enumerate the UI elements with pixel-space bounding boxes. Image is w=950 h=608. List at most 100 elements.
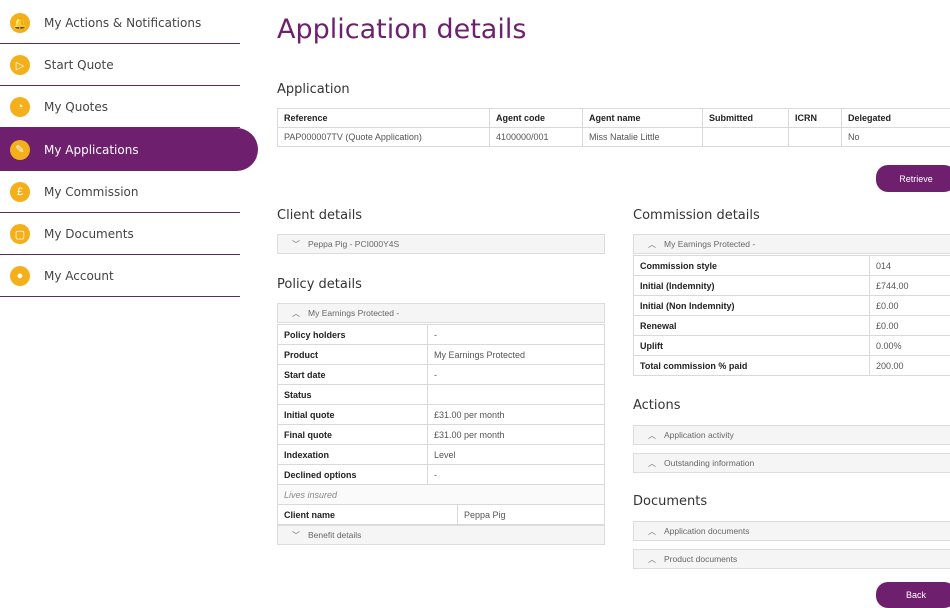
chevron-up-icon: ︿ <box>648 554 656 564</box>
divider <box>0 296 240 297</box>
documents-title: Documents <box>633 494 708 509</box>
table-row: Final quote £31.00 per month <box>277 424 605 445</box>
application-activity-panel[interactable]: ︿ Application activity <box>633 425 950 445</box>
sidebar-nav: 🔔 My Actions & Notifications ▷ Start Quo… <box>0 0 258 297</box>
table-row: Initial (Indemnity) £744.00 <box>633 275 950 296</box>
row-label: Initial (Non Indemnity) <box>633 295 870 316</box>
application-table: Reference Agent code Agent name Submitte… <box>277 108 950 147</box>
sidebar-item-my-account[interactable]: ● My Account <box>0 255 258 297</box>
row-value: 200.00 <box>869 355 950 376</box>
application-section-title: Application <box>277 82 350 97</box>
row-value: £31.00 per month <box>427 424 605 445</box>
sidebar-item-my-applications[interactable]: ✎ My Applications <box>0 128 258 171</box>
table-row: Product My Earnings Protected <box>277 344 605 365</box>
table-row: Policy holders - <box>277 324 605 345</box>
column-header: Agent name <box>582 108 703 128</box>
sidebar-item-my-commission[interactable]: £ My Commission <box>0 171 258 213</box>
row-label: Client name <box>277 504 458 525</box>
row-value: Level <box>427 444 605 465</box>
documents-icon: ▢ <box>10 224 30 244</box>
panel-label: Outstanding information <box>664 458 755 468</box>
client-details-panel[interactable]: ﹀ Peppa Pig - PCI000Y4S <box>277 234 605 254</box>
table-row: Lives insured <box>277 484 605 505</box>
row-value: - <box>427 324 605 345</box>
table-row: Renewal £0.00 <box>633 315 950 336</box>
panel-label: Peppa Pig - PCI000Y4S <box>308 239 400 249</box>
panel-label: My Earnings Protected - <box>664 239 756 249</box>
sidebar-item-label: My Account <box>44 269 114 283</box>
row-label: Total commission % paid <box>633 355 870 376</box>
sidebar-item-label: Start Quote <box>44 58 114 72</box>
back-button[interactable]: Back <box>876 582 950 608</box>
panel-label: Application activity <box>664 430 734 440</box>
commission-table: Commission style 014 Initial (Indemnity) £… <box>633 255 950 376</box>
chevron-up-icon: ︿ <box>648 458 656 468</box>
sidebar-item-label: My Actions & Notifications <box>44 16 202 30</box>
application-documents-panel[interactable]: ︿ Application documents <box>633 521 950 541</box>
lives-insured-subheading: Lives insured <box>277 484 605 505</box>
retrieve-button[interactable]: Retrieve <box>876 165 950 192</box>
panel-label: Application documents <box>664 526 750 536</box>
row-label: Commission style <box>633 255 870 276</box>
row-value: 014 <box>869 255 950 276</box>
row-label: Product <box>277 344 428 365</box>
row-value: £0.00 <box>869 295 950 316</box>
commission-details-title: Commission details <box>633 208 760 223</box>
policy-details-panel[interactable]: ︿ My Earnings Protected - <box>277 303 605 323</box>
table-cell: No <box>841 127 950 147</box>
table-cell: 4100000/001 <box>489 127 583 147</box>
row-label: Final quote <box>277 424 428 445</box>
row-label: Initial quote <box>277 404 428 425</box>
column-header: Agent code <box>489 108 583 128</box>
commission-icon: £ <box>10 182 30 202</box>
column-header: ICRN <box>788 108 842 128</box>
column-header: Delegated <box>841 108 950 128</box>
row-label: Initial (Indemnity) <box>633 275 870 296</box>
table-row: Client name Peppa Pig <box>277 504 605 525</box>
table-cell <box>788 127 842 147</box>
row-value: - <box>427 364 605 385</box>
sidebar-item-label: My Documents <box>44 227 134 241</box>
table-cell: PAP000007TV (Quote Application) <box>277 127 490 147</box>
chevron-up-icon: ︿ <box>648 430 656 440</box>
sidebar-item-actions-notifications[interactable]: 🔔 My Actions & Notifications <box>0 2 258 44</box>
product-documents-panel[interactable]: ︿ Product documents <box>633 549 950 569</box>
chevron-up-icon: ︿ <box>292 308 300 318</box>
table-row: Initial (Non Indemnity) £0.00 <box>633 295 950 316</box>
chevron-down-icon: ﹀ <box>292 530 300 540</box>
table-row: Start date - <box>277 364 605 385</box>
sidebar-item-my-documents[interactable]: ▢ My Documents <box>0 213 258 255</box>
row-label: Status <box>277 384 428 405</box>
benefit-details-panel[interactable]: ﹀ Benefit details <box>277 525 605 545</box>
table-row: Uplift 0.00% <box>633 335 950 356</box>
row-label: Uplift <box>633 335 870 356</box>
table-row: Commission style 014 <box>633 255 950 276</box>
table-row[interactable]: PAP000007TV (Quote Application) 4100000/… <box>277 127 950 147</box>
row-value: - <box>427 464 605 485</box>
table-row: Initial quote £31.00 per month <box>277 404 605 425</box>
table-header-row: Reference Agent code Agent name Submitte… <box>277 108 950 128</box>
table-row: Declined options - <box>277 464 605 485</box>
row-label: Declined options <box>277 464 428 485</box>
sidebar-item-label: My Quotes <box>44 100 109 114</box>
commission-details-panel[interactable]: ︿ My Earnings Protected - <box>633 234 950 254</box>
sidebar-item-my-quotes[interactable]: ◔ My Quotes <box>0 86 258 128</box>
bell-icon: 🔔 <box>10 13 30 33</box>
play-icon: ▷ <box>10 55 30 75</box>
policy-details-title: Policy details <box>277 277 362 292</box>
row-value: £0.00 <box>869 315 950 336</box>
column-header: Reference <box>277 108 490 128</box>
table-row: Status <box>277 384 605 405</box>
policy-details-table: Policy holders - Product My Earnings Prote… <box>277 324 605 505</box>
row-label: Start date <box>277 364 428 385</box>
panel-label: Product documents <box>664 554 738 564</box>
application-icon: ✎ <box>10 139 30 160</box>
row-value <box>427 384 605 405</box>
row-value: £744.00 <box>869 275 950 296</box>
sidebar-item-start-quote[interactable]: ▷ Start Quote <box>0 44 258 86</box>
quote-icon: ◔ <box>10 97 30 117</box>
outstanding-information-panel[interactable]: ︿ Outstanding information <box>633 453 950 473</box>
column-header: Submitted <box>702 108 789 128</box>
table-cell: Miss Natalie Little <box>582 127 703 147</box>
chevron-down-icon: ﹀ <box>292 239 300 249</box>
